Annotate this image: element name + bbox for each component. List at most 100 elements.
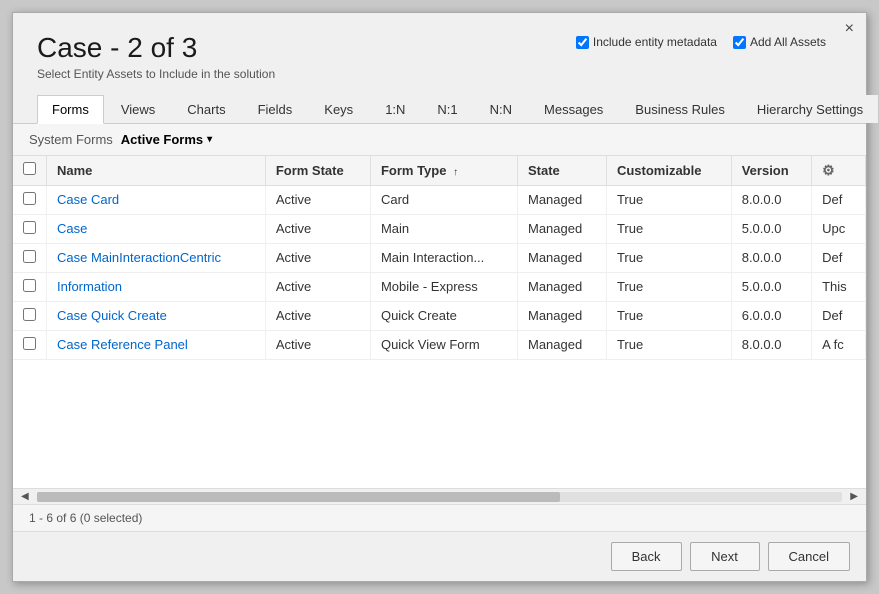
row-version: 6.0.0.0: [731, 301, 811, 330]
header-form-type[interactable]: Form Type ↑: [370, 156, 517, 186]
row-form-state: Active: [265, 301, 370, 330]
table-row: Case Quick CreateActiveQuick CreateManag…: [13, 301, 866, 330]
tab-keys[interactable]: Keys: [309, 95, 368, 123]
status-bar: 1 - 6 of 6 (0 selected): [13, 504, 866, 531]
tab-hierarchy-settings[interactable]: Hierarchy Settings: [742, 95, 878, 123]
row-checkbox-cell[interactable]: [13, 272, 47, 301]
tab-n1[interactable]: N:1: [422, 95, 472, 123]
tab-business-rules[interactable]: Business Rules: [620, 95, 740, 123]
scroll-left-button[interactable]: ◀: [17, 491, 33, 502]
dialog-header: Case - 2 of 3 Select Entity Assets to In…: [13, 13, 866, 91]
row-form-state: Active: [265, 272, 370, 301]
row-state: Managed: [517, 214, 606, 243]
back-button[interactable]: Back: [611, 542, 682, 571]
row-form-state: Active: [265, 185, 370, 214]
gear-icon: ⚙: [822, 162, 835, 178]
system-forms-header: System Forms Active Forms ▾: [13, 124, 866, 156]
row-name[interactable]: Case: [47, 214, 266, 243]
scroll-right-button[interactable]: ▶: [846, 491, 862, 502]
row-checkbox[interactable]: [23, 308, 36, 321]
row-checkbox-cell[interactable]: [13, 301, 47, 330]
table-body: Case CardActiveCardManagedTrue8.0.0.0Def…: [13, 185, 866, 359]
add-all-assets-label[interactable]: Add All Assets: [733, 35, 826, 49]
row-name[interactable]: Information: [47, 272, 266, 301]
row-customizable: True: [606, 330, 731, 359]
tab-nn[interactable]: N:N: [475, 95, 527, 123]
tab-forms[interactable]: Forms: [37, 95, 104, 124]
table-row: CaseActiveMainManagedTrue5.0.0.0Upc: [13, 214, 866, 243]
tab-1n[interactable]: 1:N: [370, 95, 420, 123]
system-forms-label: System Forms: [29, 132, 113, 147]
tab-charts[interactable]: Charts: [172, 95, 240, 123]
row-version: 5.0.0.0: [731, 214, 811, 243]
row-state: Managed: [517, 243, 606, 272]
row-extra: Upc: [812, 214, 866, 243]
row-form-type: Quick Create: [370, 301, 517, 330]
scroll-track[interactable]: [37, 492, 843, 502]
tab-views[interactable]: Views: [106, 95, 170, 123]
row-form-type: Card: [370, 185, 517, 214]
row-version: 8.0.0.0: [731, 243, 811, 272]
row-form-type: Main: [370, 214, 517, 243]
row-extra: A fc: [812, 330, 866, 359]
active-forms-label: Active Forms: [121, 132, 203, 147]
chevron-down-icon: ▾: [207, 134, 212, 145]
dialog-footer: Back Next Cancel: [13, 531, 866, 581]
row-form-state: Active: [265, 214, 370, 243]
row-checkbox[interactable]: [23, 250, 36, 263]
row-checkbox-cell[interactable]: [13, 243, 47, 272]
row-checkbox[interactable]: [23, 279, 36, 292]
row-form-state: Active: [265, 243, 370, 272]
row-checkbox[interactable]: [23, 192, 36, 205]
header-checkbox-col[interactable]: [13, 156, 47, 186]
row-form-state: Active: [265, 330, 370, 359]
include-metadata-text: Include entity metadata: [593, 35, 717, 49]
horizontal-scrollbar[interactable]: ◀ ▶: [13, 488, 866, 504]
row-checkbox-cell[interactable]: [13, 330, 47, 359]
row-name[interactable]: Case Quick Create: [47, 301, 266, 330]
header-version: Version: [731, 156, 811, 186]
table-row: Case Reference PanelActiveQuick View For…: [13, 330, 866, 359]
row-name[interactable]: Case Reference Panel: [47, 330, 266, 359]
header-customizable: Customizable: [606, 156, 731, 186]
row-extra: Def: [812, 301, 866, 330]
selection-status: 1 - 6 of 6 (0 selected): [29, 511, 142, 525]
row-checkbox[interactable]: [23, 221, 36, 234]
header-settings[interactable]: ⚙: [812, 156, 866, 186]
row-checkbox[interactable]: [23, 337, 36, 350]
include-metadata-label[interactable]: Include entity metadata: [576, 35, 717, 49]
table-container: Name Form State Form Type ↑ State Custom…: [13, 156, 866, 488]
page-subtitle: Select Entity Assets to Include in the s…: [37, 67, 842, 81]
options-row: Include entity metadata Add All Assets: [576, 35, 826, 49]
active-forms-filter[interactable]: Active Forms ▾: [121, 132, 212, 147]
row-name[interactable]: Case Card: [47, 185, 266, 214]
tab-messages[interactable]: Messages: [529, 95, 618, 123]
row-extra: Def: [812, 185, 866, 214]
row-version: 8.0.0.0: [731, 330, 811, 359]
row-state: Managed: [517, 185, 606, 214]
content-area: System Forms Active Forms ▾ Name Form St…: [13, 124, 866, 531]
header-state: State: [517, 156, 606, 186]
table-row: InformationActiveMobile - ExpressManaged…: [13, 272, 866, 301]
table-header-row: Name Form State Form Type ↑ State Custom…: [13, 156, 866, 186]
header-name: Name: [47, 156, 266, 186]
select-all-checkbox[interactable]: [23, 162, 36, 175]
row-checkbox-cell[interactable]: [13, 185, 47, 214]
row-extra: This: [812, 272, 866, 301]
row-checkbox-cell[interactable]: [13, 214, 47, 243]
scroll-thumb: [37, 492, 561, 502]
row-form-type: Main Interaction...: [370, 243, 517, 272]
include-metadata-checkbox[interactable]: [576, 36, 589, 49]
tab-fields[interactable]: Fields: [243, 95, 308, 123]
row-customizable: True: [606, 185, 731, 214]
add-all-assets-text: Add All Assets: [750, 35, 826, 49]
row-version: 8.0.0.0: [731, 185, 811, 214]
row-customizable: True: [606, 301, 731, 330]
cancel-button[interactable]: Cancel: [768, 542, 850, 571]
add-all-assets-checkbox[interactable]: [733, 36, 746, 49]
header-form-state: Form State: [265, 156, 370, 186]
close-button[interactable]: ×: [845, 21, 854, 37]
row-name[interactable]: Case MainInteractionCentric: [47, 243, 266, 272]
next-button[interactable]: Next: [690, 542, 760, 571]
row-customizable: True: [606, 214, 731, 243]
